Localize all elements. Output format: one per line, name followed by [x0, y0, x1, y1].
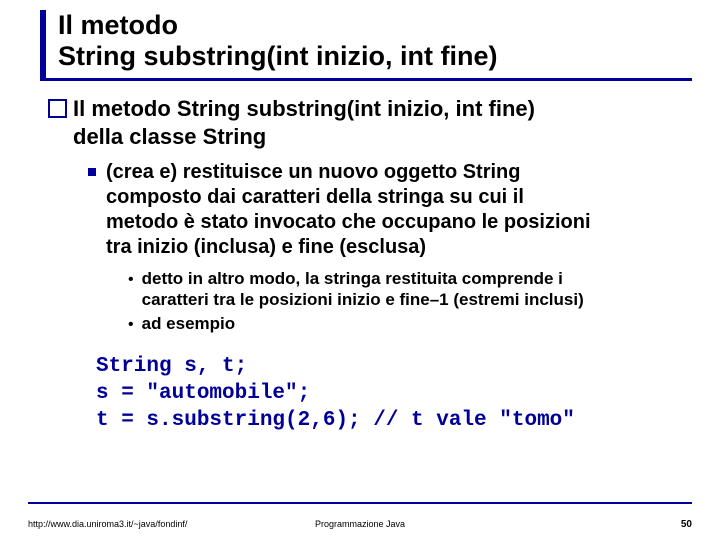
title-underline [40, 78, 692, 81]
dot-bullet-icon: • [128, 270, 134, 290]
text-bold: String substring(int inizio, int fine) [177, 96, 535, 121]
footer: http://www.dia.uniroma3.it/~java/fondinf… [28, 519, 692, 530]
code-block: String s, t; s = "automobile"; t = s.sub… [96, 353, 692, 435]
slide-title: Il metodo String substring(int inizio, i… [58, 10, 692, 76]
title-accent-bar [40, 10, 46, 78]
title-line-1: Il metodo [58, 10, 178, 40]
bullet-3b-text: ad esempio [142, 313, 236, 334]
text: composto dai caratteri della stringa su … [106, 186, 524, 208]
text: metodo è stato invocato che occupano le … [106, 211, 591, 233]
text-bold: String [203, 124, 267, 149]
text: della classe [73, 124, 203, 149]
bullet-2-text: (crea e) restituisce un nuovo oggetto St… [106, 160, 591, 260]
bullet-level-3: • detto in altro modo, la stringa restit… [128, 268, 692, 311]
square-bullet-icon [48, 99, 67, 118]
text: (crea e) restituisce un nuovo oggetto St… [106, 161, 521, 183]
bullet-level-2: (crea e) restituisce un nuovo oggetto St… [88, 160, 692, 260]
title-line-2: String substring(int inizio, int fine) [58, 41, 497, 71]
footer-rule [28, 502, 692, 504]
text: detto in altro modo, la stringa restitui… [142, 269, 563, 288]
footer-center: Programmazione Java [28, 519, 692, 529]
bullet-level-3: • ad esempio [128, 313, 692, 335]
bullet-1-text: Il metodo String substring(int inizio, i… [73, 95, 535, 150]
content-area: Il metodo String substring(int inizio, i… [48, 95, 692, 434]
text: Il metodo [73, 96, 177, 121]
text: caratteri tra le posizioni inizio e fine… [142, 290, 584, 309]
small-square-bullet-icon [88, 168, 96, 176]
text: tra inizio (inclusa) e fine (esclusa) [106, 236, 426, 258]
dot-bullet-icon: • [128, 315, 134, 335]
bullet-level-1: Il metodo String substring(int inizio, i… [48, 95, 692, 150]
slide: Il metodo String substring(int inizio, i… [0, 0, 720, 540]
bullet-3a-text: detto in altro modo, la stringa restitui… [142, 268, 584, 311]
